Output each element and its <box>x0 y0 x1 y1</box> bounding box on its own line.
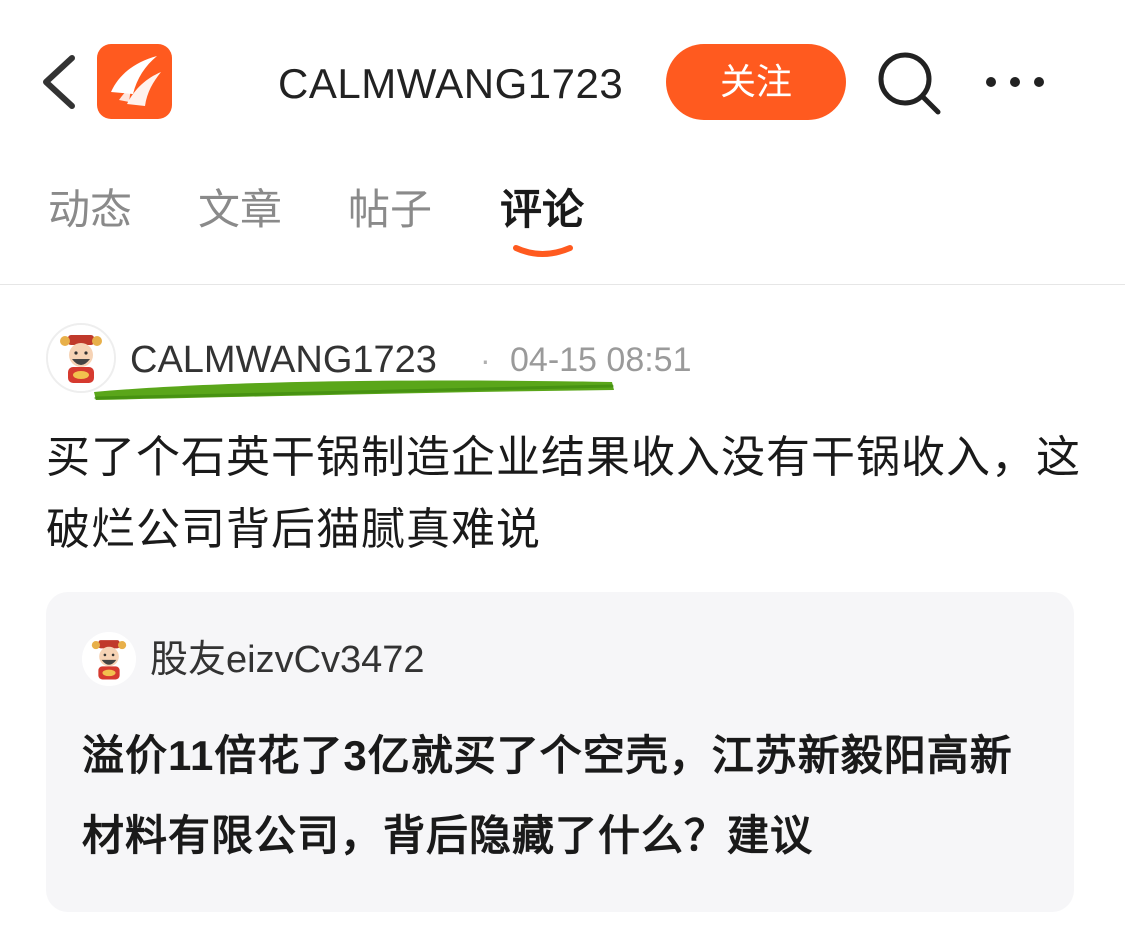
profile-comments-page: CALMWANG1723 关注 动态 文章 帖子 评论 CALMWANG1723… <box>0 0 1125 929</box>
back-icon <box>43 55 75 109</box>
search-button[interactable] <box>874 48 944 118</box>
more-icon <box>986 77 1044 87</box>
caishen-avatar-icon <box>82 632 136 686</box>
tab-posts[interactable]: 帖子 <box>348 182 432 238</box>
top-bar: CALMWANG1723 关注 <box>0 0 1125 160</box>
post-time: 04-15 08:51 <box>510 341 692 379</box>
post-content: 买了个石英干锅制造企业结果收入没有干锅收入，这破烂公司背后猫腻真难说 <box>46 433 1081 554</box>
more-button[interactable] <box>982 58 1048 106</box>
quote-avatar[interactable] <box>82 632 136 686</box>
avatar[interactable] <box>46 323 116 393</box>
quote-author[interactable]: 股友eizvCv3472 <box>150 634 425 686</box>
post-author[interactable]: CALMWANG1723 <box>130 336 437 384</box>
tab-articles[interactable]: 文章 <box>198 182 282 238</box>
page-title: CALMWANG1723 <box>278 60 624 107</box>
app-logo[interactable] <box>97 44 172 119</box>
quote-content: 溢价11倍花了3亿就买了个空壳，江苏新毅阳高新材料有限公司，背后隐藏了什么？建议 <box>82 732 1013 859</box>
tabs-divider <box>0 284 1125 285</box>
follow-button[interactable]: 关注 <box>666 44 846 120</box>
back-button[interactable] <box>38 52 82 112</box>
caishen-avatar-icon <box>48 325 114 391</box>
meta-separator: · <box>480 342 491 378</box>
active-tab-indicator <box>513 245 573 257</box>
search-icon <box>878 52 941 115</box>
app-logo-icon <box>111 56 161 106</box>
tab-dynamics[interactable]: 动态 <box>48 182 132 238</box>
profile-tabs: 动态 文章 帖子 评论 <box>0 170 1125 282</box>
quoted-post-card[interactable]: 股友eizvCv3472 溢价11倍花了3亿就买了个空壳，江苏新毅阳高新材料有限… <box>46 592 1074 912</box>
tab-comments[interactable]: 评论 <box>500 182 584 238</box>
